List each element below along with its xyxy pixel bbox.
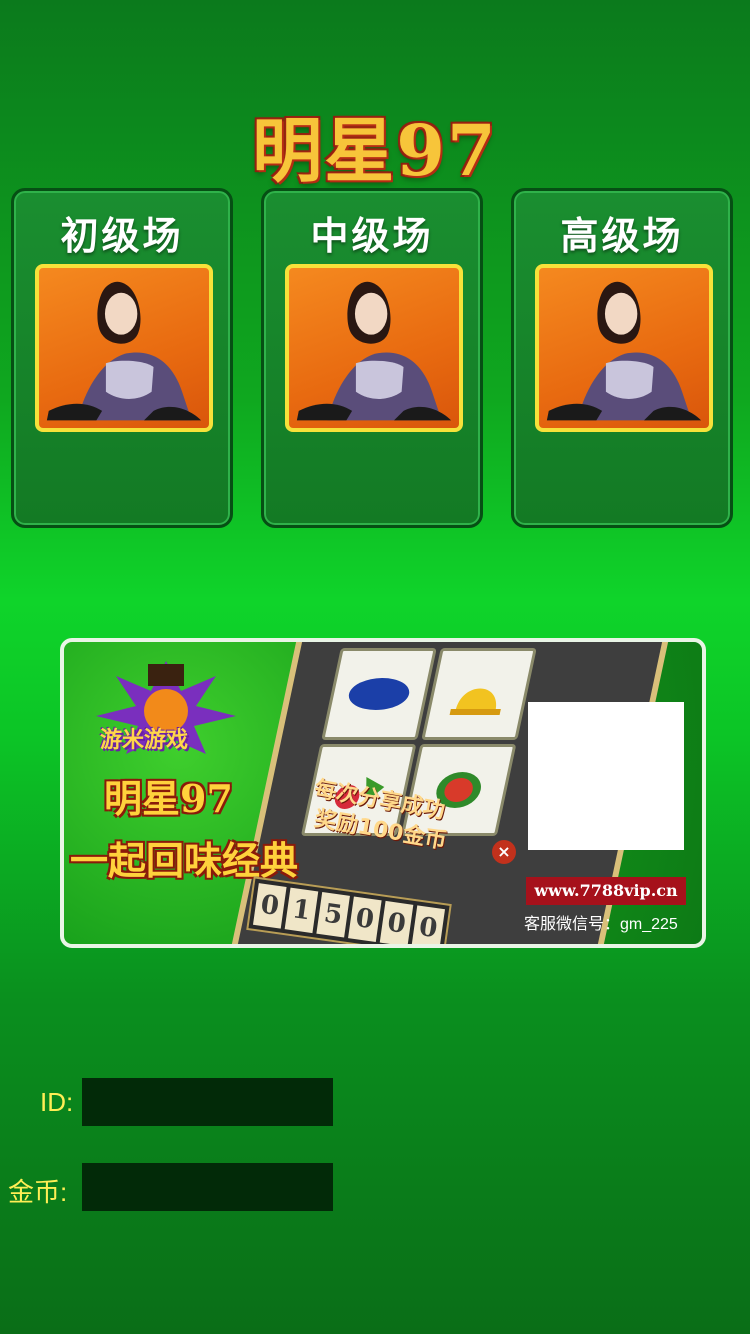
promo-subtitle: 一起回味经典: [70, 838, 299, 883]
counter-digit: 0: [411, 905, 446, 944]
portrait-image: [296, 281, 452, 421]
id-field: [82, 1078, 333, 1126]
counter-digit: 0: [379, 900, 414, 944]
reel-plum: [321, 648, 437, 740]
room-beginner-avatar[interactable]: [35, 264, 213, 432]
room-advanced-label: 高级场: [560, 214, 684, 258]
portrait-image: [46, 281, 202, 421]
game-title: 明星97: [252, 109, 498, 192]
reel-bell: [421, 648, 537, 740]
counter-digit: 0: [348, 896, 382, 942]
room-advanced-card[interactable]: 高级场: [511, 188, 733, 528]
counter-digit: 1: [284, 887, 319, 934]
room-intermediate-card[interactable]: 中级场: [261, 188, 483, 528]
website-url: www.7788vip.cn: [526, 877, 686, 905]
counter-digit: 5: [316, 892, 350, 938]
logo-text: 游米游戏: [100, 728, 189, 753]
room-intermediate-avatar[interactable]: [285, 264, 463, 432]
room-intermediate-label: 中级场: [310, 214, 434, 258]
counter-digit: 0: [252, 883, 287, 929]
portrait-image: [546, 281, 702, 421]
id-label: ID:: [40, 1087, 74, 1117]
coin-label: 金币:: [8, 1177, 68, 1207]
promo-title: 明星97: [104, 776, 233, 821]
room-beginner-label: 初级场: [60, 214, 184, 258]
coin-field: [82, 1163, 333, 1211]
close-icon[interactable]: ×: [492, 840, 516, 864]
share-promo-banner[interactable]: 游米游戏 明星97 一起回味经典 每次分享成功 奖励100金币 0 1 5 0 …: [60, 638, 706, 948]
qr-code-image: [528, 702, 684, 850]
customer-service-wechat: 客服微信号：gm_225: [524, 916, 678, 933]
room-beginner-card[interactable]: 初级场: [11, 188, 233, 528]
room-advanced-avatar[interactable]: [535, 264, 713, 432]
